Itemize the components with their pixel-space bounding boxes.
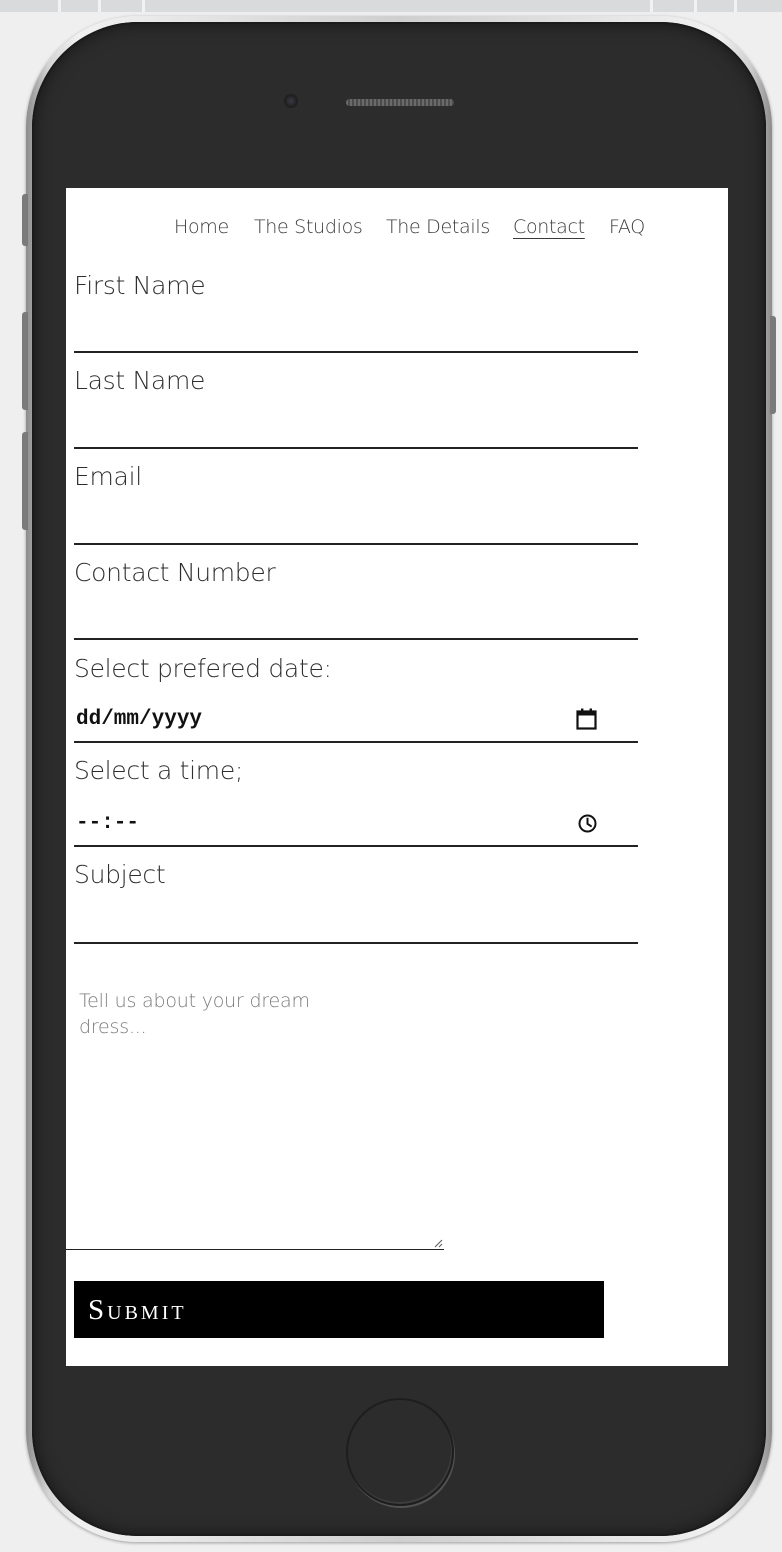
home-button[interactable] xyxy=(346,1398,454,1506)
subject-input[interactable] xyxy=(74,898,638,944)
first-name-input[interactable] xyxy=(74,308,638,353)
strip-divider xyxy=(694,0,697,12)
last-name-input[interactable] xyxy=(74,404,638,449)
nav-home[interactable]: Home xyxy=(174,216,229,238)
last-name-label: Last Name xyxy=(74,366,206,395)
email-label: Email xyxy=(74,462,142,491)
volume-up-button xyxy=(22,312,28,410)
time-label: Select a time; xyxy=(74,756,244,785)
nav-the-details[interactable]: The Details xyxy=(386,216,490,238)
first-name-label: First Name xyxy=(74,271,206,300)
email-input[interactable] xyxy=(74,500,638,545)
contact-number-label: Contact Number xyxy=(74,558,276,587)
date-input-value: dd/mm/yyyy xyxy=(76,708,203,731)
time-input-value: --:-- xyxy=(76,812,140,835)
power-button xyxy=(770,316,776,414)
browser-top-strip xyxy=(0,0,782,12)
strip-divider xyxy=(142,0,145,12)
subject-label: Subject xyxy=(74,860,166,889)
calendar-icon[interactable] xyxy=(576,708,597,730)
resize-grip-icon[interactable] xyxy=(434,1239,443,1248)
main-nav: Home The Studios The Details Contact FAQ xyxy=(0,216,782,246)
strip-divider xyxy=(98,0,101,12)
strip-divider xyxy=(58,0,61,12)
front-camera xyxy=(284,94,298,108)
time-input[interactable] xyxy=(74,802,638,847)
date-label: Select prefered date: xyxy=(74,654,332,683)
earpiece-speaker xyxy=(346,99,454,106)
nav-contact[interactable]: Contact xyxy=(513,216,585,238)
nav-the-studios[interactable]: The Studios xyxy=(254,216,363,238)
message-placeholder: Tell us about your dream dress... xyxy=(79,990,310,1038)
strip-divider xyxy=(650,0,653,12)
submit-button[interactable]: Submit xyxy=(74,1281,604,1338)
clock-icon[interactable] xyxy=(578,814,597,833)
contact-number-input[interactable] xyxy=(74,595,638,640)
volume-down-button xyxy=(22,432,28,530)
strip-divider xyxy=(734,0,737,12)
nav-faq[interactable]: FAQ xyxy=(609,216,645,238)
